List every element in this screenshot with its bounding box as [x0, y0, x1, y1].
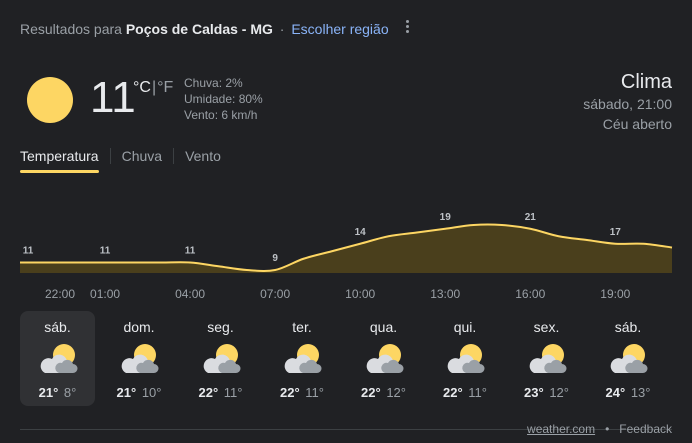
weather-source-link[interactable]: weather.com: [527, 422, 595, 436]
forecast-day[interactable]: seg. 22° 11°: [183, 311, 258, 406]
forecast-day[interactable]: sáb. 21° 8°: [20, 311, 95, 406]
location-name: Poços de Caldas - MG: [125, 21, 273, 37]
forecast-day-name: seg.: [207, 319, 234, 335]
forecast-temps: 21° 10°: [102, 385, 177, 400]
unit-separator: |: [151, 79, 157, 96]
chart-time-label: 16:00: [515, 287, 546, 301]
forecast-high: 21°: [38, 385, 59, 400]
partly-cloudy-icon: [609, 343, 649, 375]
forecast-temps: 23° 12°: [509, 385, 584, 400]
change-region-link[interactable]: Escolher região: [291, 21, 388, 37]
chart-time-label: 07:00: [260, 287, 291, 301]
forecast-day-name: sáb.: [614, 319, 642, 335]
forecast-temps: 22° 11°: [265, 385, 340, 400]
chart-time-axis: 22:00 01:00 04:00 07:00 10:00 13:00 16:00 19:00: [20, 287, 672, 301]
forecast-day-name: sex.: [533, 319, 560, 335]
temperature-chart[interactable]: 11 11 11 9 14 19 21 17: [0, 195, 692, 280]
partly-cloudy-icon: [446, 343, 486, 375]
wind-text: Vento: 6 km/h: [184, 108, 258, 122]
forecast-day-name: qua.: [369, 319, 398, 335]
weather-tabs: Temperatura Chuva Vento: [20, 148, 221, 173]
forecast-temps: 22° 11°: [183, 385, 258, 400]
chart-data-label: 9: [272, 253, 278, 264]
footer-separator: •: [605, 422, 610, 436]
forecast-low: 11°: [223, 385, 243, 400]
chart-data-label: 14: [355, 227, 367, 238]
forecast-day[interactable]: qua. 22° 12°: [346, 311, 421, 406]
forecast-temps: 21° 8°: [20, 385, 95, 400]
partly-cloudy-icon: [202, 343, 242, 375]
chart-time-label: 01:00: [90, 287, 121, 301]
precipitation-text: Chuva: 2%: [184, 76, 243, 90]
tab-divider: [109, 148, 111, 164]
forecast-temps: 22° 12°: [346, 385, 421, 400]
forecast-day[interactable]: sáb. 24° 13°: [591, 311, 666, 406]
forecast-low: 12°: [386, 385, 406, 400]
tab-wind[interactable]: Vento: [185, 148, 221, 172]
tab-rain[interactable]: Chuva: [122, 148, 162, 172]
forecast-day[interactable]: sex. 23° 12°: [509, 311, 584, 406]
partly-cloudy-icon: [283, 343, 323, 375]
forecast-day-name: ter.: [292, 319, 312, 335]
current-temperature: 11: [90, 73, 136, 122]
chart-time-label: 13:00: [430, 287, 461, 301]
footer: weather.com • Feedback: [527, 422, 672, 436]
results-prefix: Resultados para: [20, 21, 122, 37]
chart-time-label: 10:00: [345, 287, 376, 301]
partly-cloudy-icon: [39, 343, 79, 375]
weather-details: Chuva: 2% Umidade: 80% Vento: 6 km/h: [184, 75, 263, 123]
forecast-low: 8°: [63, 385, 77, 400]
chart-data-label: 17: [610, 227, 622, 238]
weather-title: Clima: [620, 71, 672, 93]
forecast-low: 11°: [468, 385, 487, 400]
forecast-low: 10°: [141, 385, 162, 400]
chart-data-label: 11: [100, 246, 111, 257]
tab-temperature[interactable]: Temperatura: [20, 148, 99, 173]
weather-condition: Céu aberto: [602, 116, 672, 132]
weather-datetime: sábado, 21:00: [583, 96, 672, 112]
tab-divider: [173, 148, 175, 164]
celsius-button[interactable]: °C: [133, 79, 151, 96]
forecast-high: 24°: [605, 385, 626, 400]
unit-toggle: °C|°F: [133, 79, 173, 97]
partly-cloudy-icon: [365, 343, 405, 375]
forecast-low: 13°: [630, 385, 651, 400]
forecast-high: 22°: [198, 385, 219, 400]
forecast-day-name: dom.: [123, 319, 155, 335]
forecast-high: 22°: [280, 385, 300, 400]
chart-data-label: 11: [23, 246, 34, 257]
temperature-area: [20, 224, 672, 273]
chart-time-label: 22:00: [44, 287, 76, 301]
forecast-day[interactable]: ter. 22° 11°: [265, 311, 340, 406]
daily-forecast: sáb. 21° 8° dom. 21° 10° seg. 22° 11° ter. 22° …: [20, 311, 672, 407]
sun-icon: [27, 77, 73, 123]
header-separator: ·: [279, 21, 285, 37]
forecast-high: 22°: [443, 385, 463, 400]
chart-data-label: 19: [440, 212, 452, 223]
forecast-day[interactable]: qui. 22° 11°: [428, 311, 503, 406]
chart-time-label: 04:00: [175, 287, 206, 301]
forecast-high: 23°: [524, 385, 544, 400]
more-options-icon[interactable]: [400, 20, 414, 38]
forecast-high: 22°: [361, 385, 381, 400]
chart-time-label: 19:00: [600, 287, 631, 301]
results-header: Resultados para Poços de Caldas - MG · E…: [20, 21, 389, 37]
feedback-link[interactable]: Feedback: [619, 422, 672, 436]
partly-cloudy-icon: [120, 343, 160, 375]
forecast-day[interactable]: dom. 21° 10°: [102, 311, 177, 406]
forecast-day-name: qui.: [453, 319, 477, 335]
humidity-text: Umidade: 80%: [184, 92, 263, 106]
forecast-low: 11°: [305, 385, 324, 400]
fahrenheit-button[interactable]: °F: [157, 79, 173, 96]
chart-data-label: 21: [525, 212, 537, 223]
partly-cloudy-icon: [528, 343, 568, 375]
forecast-low: 12°: [549, 385, 569, 400]
forecast-temps: 24° 13°: [591, 385, 666, 400]
forecast-high: 21°: [116, 385, 137, 400]
chart-data-label: 11: [185, 246, 196, 257]
weather-summary: Clima sábado, 21:00 Céu aberto: [583, 70, 672, 134]
forecast-day-name: sáb.: [44, 319, 71, 335]
forecast-temps: 22° 11°: [428, 385, 503, 400]
